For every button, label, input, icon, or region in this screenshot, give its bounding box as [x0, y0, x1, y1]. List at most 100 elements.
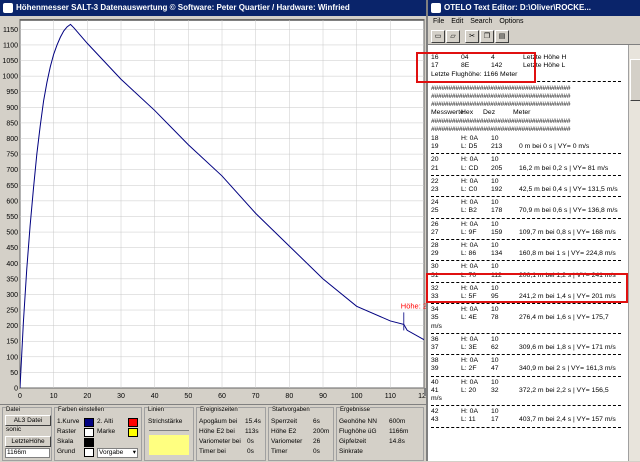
timer-event-value: 0s: [247, 448, 254, 455]
row-separator: [431, 375, 621, 377]
flug-label: Flughöhe üG: [339, 428, 377, 435]
editor-toolbar: ▭ ▱ ✂ ❐ ▤: [428, 28, 640, 45]
row-cell-a: 24: [431, 199, 439, 207]
start-vario-value: 26: [313, 438, 321, 445]
altitude-chart-svg: 0501001502002503003504004505005506006507…: [2, 19, 442, 400]
timer-event-label: Timer bei: [199, 448, 226, 455]
load-file-button[interactable]: AL3 Datei: [5, 415, 51, 426]
grund-label: Grund: [57, 448, 76, 455]
row-cell-bh: L: 9F: [461, 228, 477, 236]
separator-line: ########################################: [431, 101, 571, 109]
open-folder-icon[interactable]: ▱: [446, 30, 460, 43]
row-cell-bd: 159: [491, 228, 503, 236]
row-separator: [431, 174, 621, 176]
marke-color-swatch[interactable]: [128, 428, 138, 437]
row-cell-bd: 78: [491, 314, 499, 322]
col-header-c3: Dez: [483, 109, 496, 117]
row-cell-bh: L: CD: [461, 164, 479, 172]
row-cell-b: 19: [431, 143, 439, 151]
x-tick-label: 80: [285, 393, 293, 400]
editor-title: OTELO Text Editor: D:\Oliver\ROCKE...: [444, 3, 591, 12]
row-cell-ad: 10: [491, 263, 499, 271]
ereignis-group: Ereigniszeiten Apogäum bei 15.4s Höhe E2…: [196, 407, 266, 461]
row-cell-bd: 178: [491, 207, 503, 215]
raster-label: Raster: [57, 428, 77, 435]
row-cell-ah: H: 0A: [461, 357, 478, 365]
x-tick-label: 20: [83, 393, 91, 400]
separator-line: ########################################: [431, 125, 571, 133]
alti-color-swatch[interactable]: [128, 418, 138, 427]
row-cell-ah: H: 0A: [461, 135, 478, 142]
y-tick-label: 250: [6, 308, 18, 315]
menu-search[interactable]: Search: [470, 16, 492, 28]
row-cell-b: 29: [431, 250, 439, 258]
last-height-button[interactable]: LetzteHöhe: [5, 436, 51, 447]
separator-line: ########################################: [431, 93, 571, 100]
editor-scrollbar[interactable]: [628, 45, 640, 461]
cut-icon[interactable]: ✂: [465, 30, 479, 43]
row-cell-ad: 10: [491, 335, 499, 343]
kurve1-color-swatch[interactable]: [84, 418, 94, 427]
geo-label: Geohöhe NN: [339, 418, 377, 425]
ergebnisse-group: Ergebnisse Geohöhe NN 600m Flughöhe üG 1…: [336, 407, 424, 461]
grund-color-swatch[interactable]: [84, 448, 94, 457]
row-cell-ad: 10: [491, 357, 499, 365]
y-tick-label: 650: [6, 183, 18, 190]
apogaeum-label: Apogäum bei: [199, 418, 238, 425]
sperrzeit-value: 6s: [313, 418, 320, 425]
ereignis-title: Ereigniszeiten: [200, 407, 238, 413]
row-cell-a: 38: [431, 357, 439, 365]
row-separator: [431, 239, 621, 240]
x-tick-label: 0: [18, 393, 22, 400]
menu-file[interactable]: File: [433, 16, 444, 28]
raster-color-swatch[interactable]: [84, 428, 94, 437]
scrollbar-thumb[interactable]: [630, 59, 640, 101]
row-cell-ad: 10: [491, 306, 499, 314]
row-cell-b: 39: [431, 365, 439, 373]
copy-icon[interactable]: ❐: [480, 30, 494, 43]
y-tick-label: 500: [6, 230, 18, 237]
row-cell-m: 42,5 m bei 0,4 s | VY= 131,5 m/s: [519, 186, 618, 193]
menu-options[interactable]: Options: [499, 16, 523, 28]
x-tick-label: 50: [184, 393, 192, 400]
row-cell-bd: 62: [491, 344, 499, 351]
row-cell-m: 309,6 m bei 1,8 s | VY= 171 m/s: [519, 344, 616, 351]
y-tick-label: 1150: [3, 27, 18, 34]
strichstaerke-slider-track[interactable]: [149, 430, 189, 431]
y-tick-label: 200: [6, 323, 18, 330]
row-separator: [431, 405, 621, 407]
row-cell-m: 0 m bei 0 s | VY= 0 m/s: [519, 143, 590, 151]
row-cell-b: 27: [431, 228, 439, 236]
y-tick-label: 350: [6, 276, 18, 283]
row-cell-ah: H: 0A: [461, 378, 478, 386]
altimeter-title: Höhenmesser SALT-3 Datenauswertung © Sof…: [16, 3, 350, 12]
start-timer-label: Timer: [271, 448, 288, 455]
sperrzeit-label: Sperrzeit: [271, 418, 298, 425]
row-cell-b: 21: [431, 164, 439, 172]
skala-color-swatch[interactable]: [84, 438, 94, 447]
row-cell-bd: 17: [491, 416, 499, 424]
start-vario-label: Variometer: [271, 438, 303, 445]
last-height-value: 1166m: [5, 448, 50, 458]
hoehe-e2-value: 113s: [245, 428, 259, 435]
row-cell-bh: L: 2F: [461, 365, 477, 373]
start-group: Startvorgaben Sperrzeit 6s Höhe E2 200m …: [268, 407, 334, 461]
y-tick-label: 750: [6, 152, 18, 159]
row-cell-a: 20: [431, 156, 439, 164]
menu-edit[interactable]: Edit: [451, 16, 463, 28]
start-timer-value: 0s: [313, 448, 320, 455]
row-cell-a: 36: [431, 335, 439, 343]
row-cell-a: 30: [431, 263, 439, 271]
altitude-chart: 0 50 100 150 200 250 300 350 400 450 500 550 600 650 7…: [0, 16, 442, 404]
x-tick-label: 100: [351, 393, 363, 400]
new-file-icon[interactable]: ▭: [431, 30, 445, 43]
y-tick-label: 300: [6, 292, 18, 299]
paste-icon[interactable]: ▤: [495, 30, 509, 43]
x-tick-label: 110: [385, 393, 396, 400]
editor-text-area[interactable]: 16 04 4 Letzte Höhe H 17 8E 142 Letzte Höhe L Le…: [428, 45, 628, 461]
farben-group: Farben einstellen 1.Kurve 2. Alti Raster…: [54, 407, 142, 461]
vorgabe-select[interactable]: Vorgabe ▾: [97, 448, 138, 458]
row-cell-bd: 134: [491, 250, 503, 258]
row-cell-bd: 213: [491, 143, 503, 151]
farben-title: Farben einstellen: [58, 407, 105, 413]
